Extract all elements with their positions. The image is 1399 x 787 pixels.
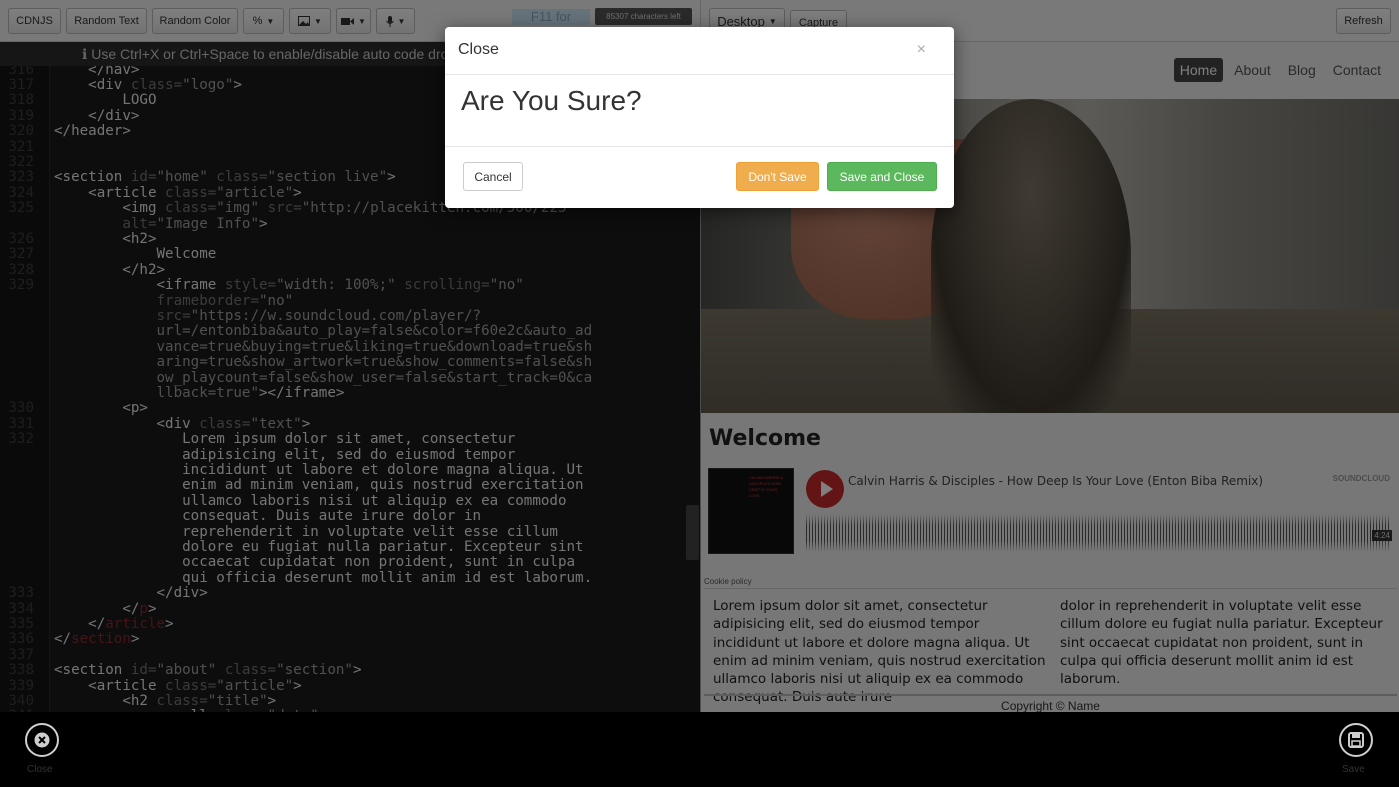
dialog-header: Close × [445, 27, 954, 75]
cancel-button[interactable]: Cancel [463, 162, 523, 191]
dialog-body: Are You Sure? [445, 75, 954, 147]
close-icon[interactable]: × [917, 41, 926, 59]
dialog-title: Close [458, 41, 499, 58]
save-button[interactable] [1339, 723, 1373, 757]
save-label: Save [1342, 764, 1365, 775]
dont-save-button[interactable]: Don't Save [736, 162, 819, 191]
dialog-question: Are You Sure? [461, 85, 642, 116]
bottom-bar: Close Save [0, 712, 1399, 787]
confirm-close-dialog: Close × Are You Sure? Cancel Don't Save … [445, 27, 954, 208]
close-label: Close [27, 764, 53, 775]
save-and-close-button[interactable]: Save and Close [827, 162, 937, 191]
close-icon [34, 732, 50, 748]
save-icon [1348, 732, 1364, 748]
close-button[interactable] [25, 723, 59, 757]
